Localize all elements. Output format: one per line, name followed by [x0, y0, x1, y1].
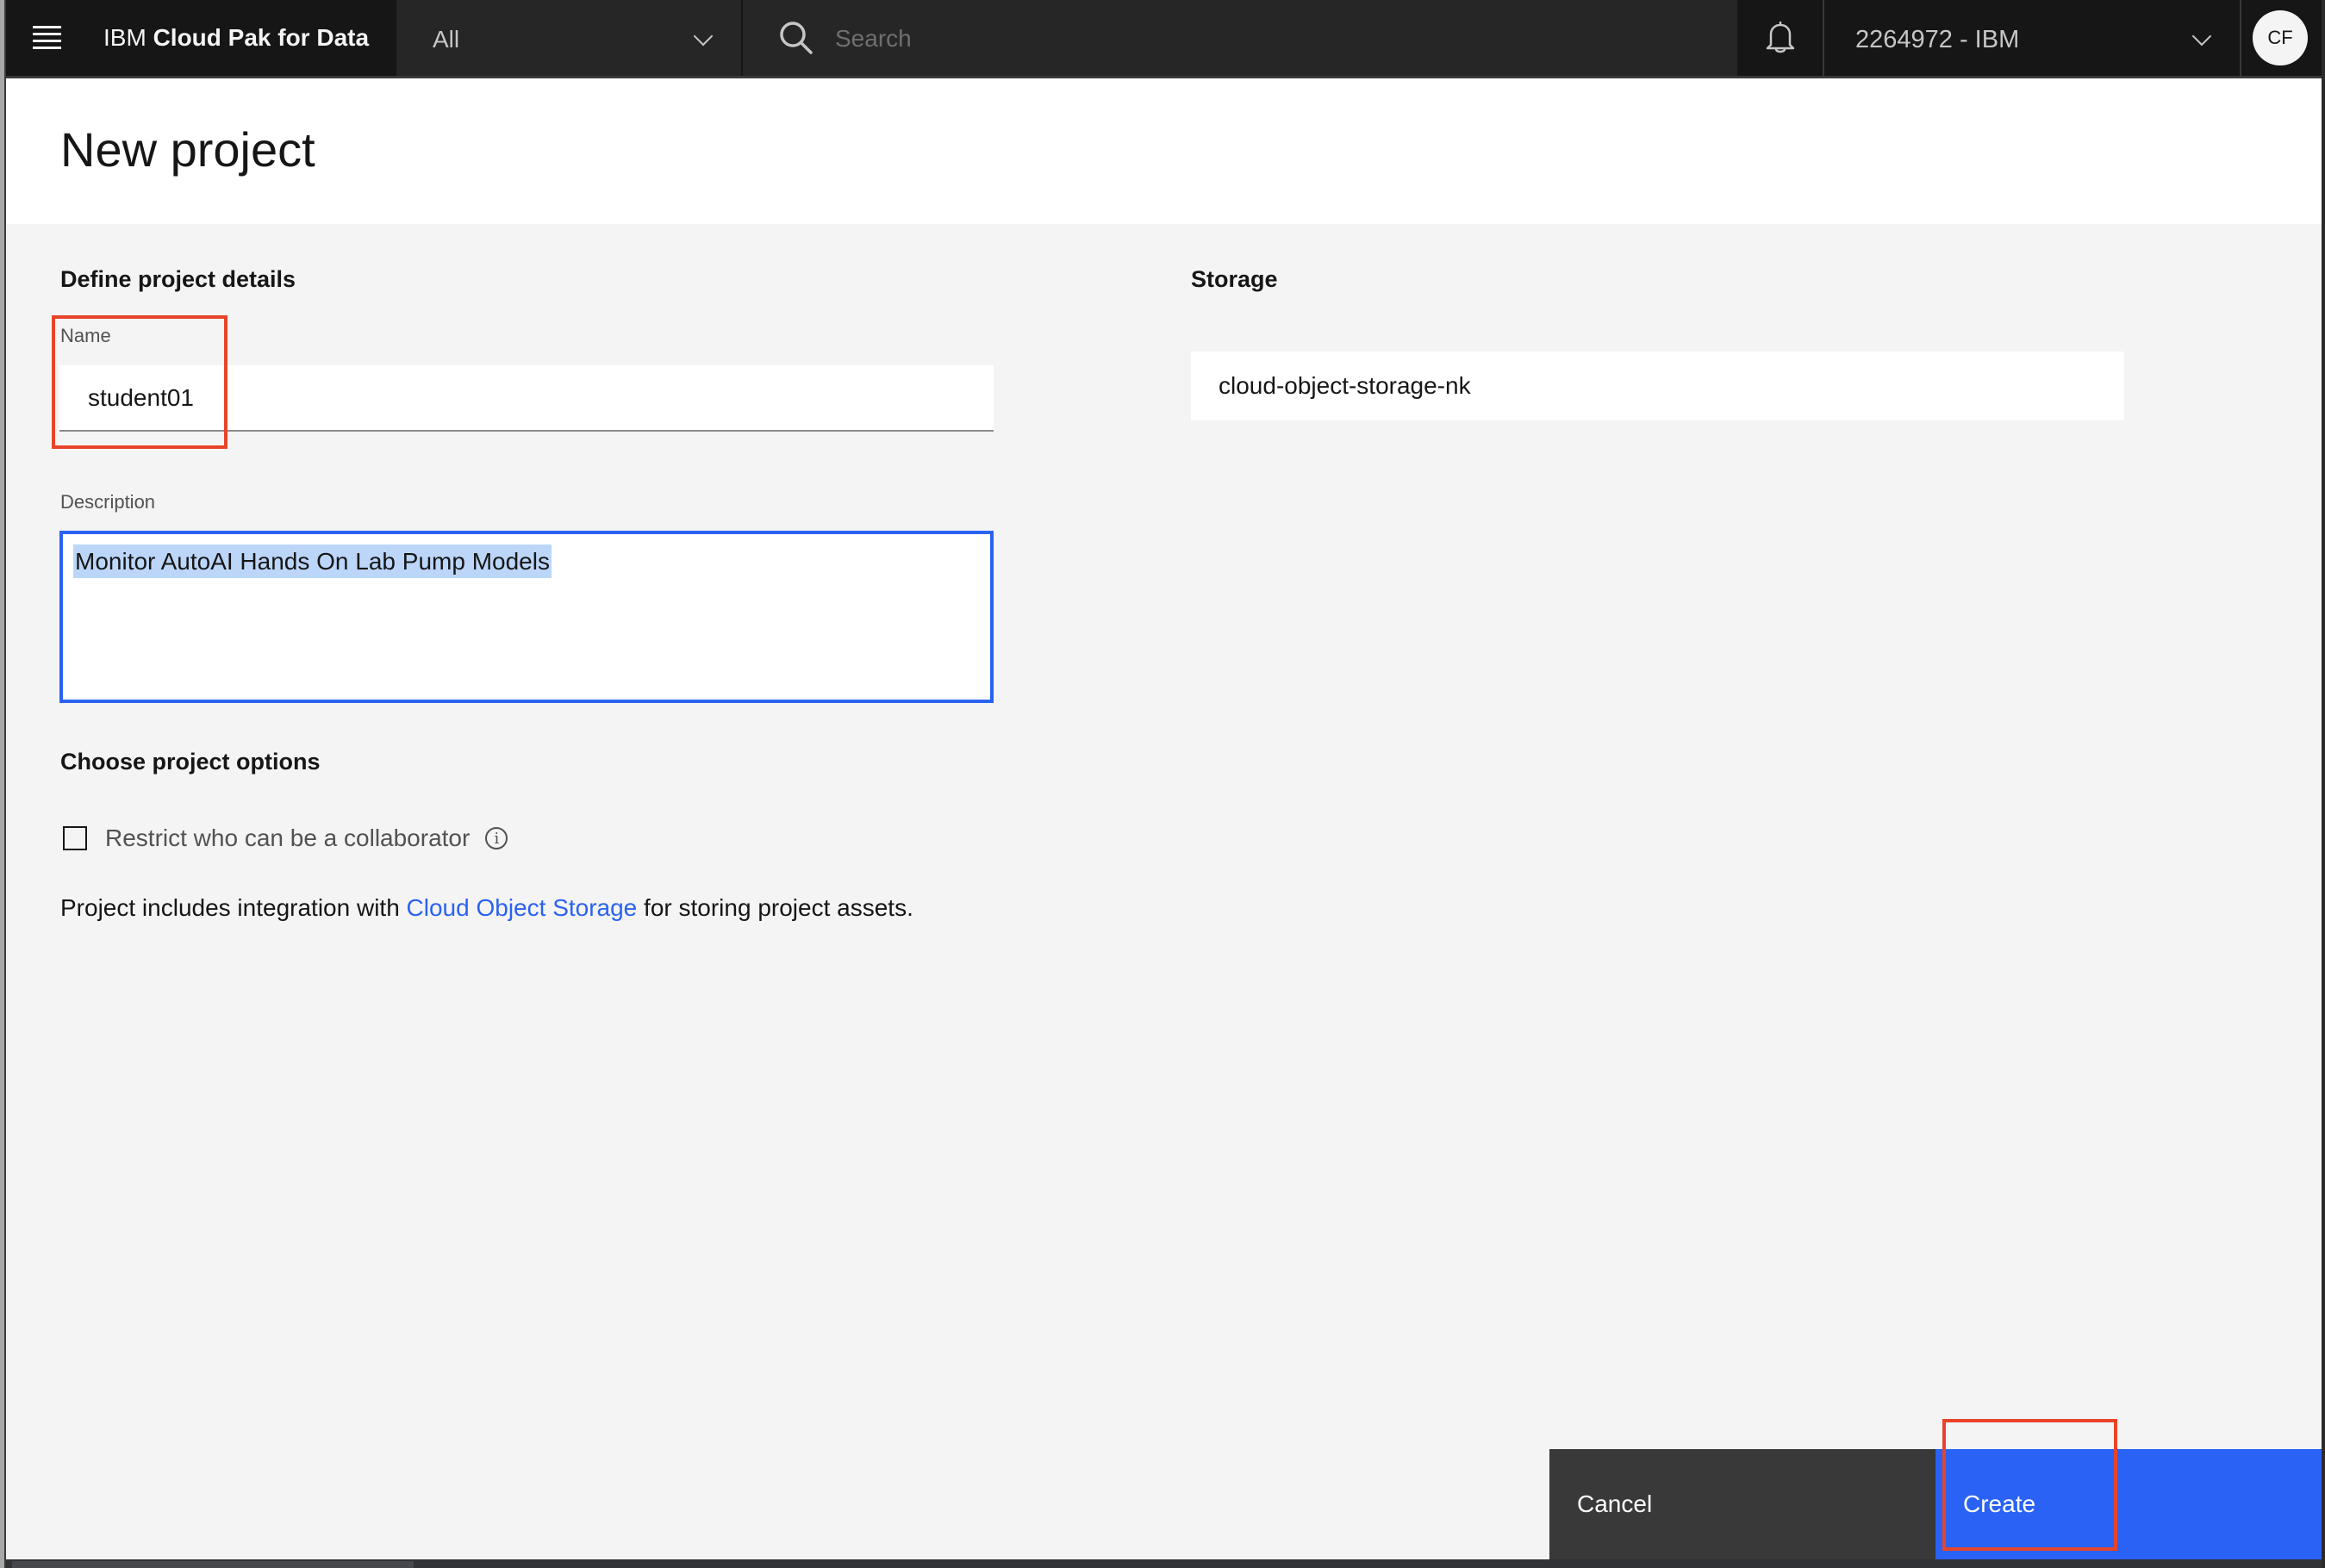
cloud-object-storage-link[interactable]: Cloud Object Storage	[407, 894, 638, 921]
account-switcher[interactable]: 2264972 - IBM	[1824, 0, 2241, 76]
search-icon[interactable]	[777, 19, 815, 57]
search-scope-dropdown[interactable]: All	[396, 0, 743, 76]
horizontal-scrollbar[interactable]	[6, 1559, 2322, 1568]
cancel-button[interactable]: Cancel	[1549, 1449, 1935, 1559]
notifications-button[interactable]	[1737, 0, 1824, 76]
page-title: New project	[60, 122, 315, 177]
scrollbar-thumb[interactable]	[12, 1561, 414, 1568]
brand-name: Cloud Pak for Data	[153, 24, 370, 51]
info-icon[interactable]: i	[485, 827, 508, 849]
note-text-after: for storing project assets.	[637, 894, 913, 921]
top-navigation-bar: IBM Cloud Pak for Data All 2264972 - IBM…	[6, 0, 2322, 78]
chevron-down-icon	[2191, 26, 2212, 47]
project-description-textarea[interactable]: Monitor AutoAI Hands On Lab Pump Models	[59, 531, 994, 703]
hamburger-menu-icon[interactable]	[33, 26, 62, 50]
page-header: New project	[6, 78, 2322, 224]
create-button[interactable]: Create	[1935, 1449, 2322, 1559]
notification-bell-icon	[1766, 22, 1795, 53]
name-label: Name	[60, 325, 111, 346]
restrict-collaborators-checkbox[interactable]	[63, 826, 87, 850]
storage-integration-note: Project includes integration with Cloud …	[60, 894, 913, 922]
search-input[interactable]	[833, 16, 1612, 62]
brand-prefix: IBM	[103, 24, 146, 51]
storage-instance-value: cloud-object-storage-nk	[1219, 372, 1471, 399]
project-name-input[interactable]	[59, 365, 994, 432]
window-edge-line	[4, 0, 6, 1568]
account-name: 2264972 - IBM	[1855, 26, 2020, 53]
define-details-heading: Define project details	[60, 266, 296, 292]
description-label: Description	[60, 491, 156, 513]
search-scope-value: All	[433, 26, 460, 53]
storage-heading: Storage	[1191, 266, 1278, 292]
restrict-collaborators-option[interactable]: Restrict who can be a collaborator i	[63, 823, 508, 854]
note-text-before: Project includes integration with	[60, 894, 407, 921]
vertical-scrollbar[interactable]	[2322, 0, 2325, 1568]
product-logo[interactable]: IBM Cloud Pak for Data	[103, 0, 369, 76]
restrict-collaborators-label: Restrict who can be a collaborator	[105, 824, 471, 851]
global-search	[743, 0, 1737, 76]
project-options-heading: Choose project options	[60, 749, 321, 775]
user-avatar[interactable]: CF	[2253, 10, 2308, 65]
storage-instance-field[interactable]: cloud-object-storage-nk	[1191, 352, 2124, 420]
chevron-down-icon	[693, 26, 714, 47]
description-selected-text: Monitor AutoAI Hands On Lab Pump Models	[73, 544, 552, 578]
